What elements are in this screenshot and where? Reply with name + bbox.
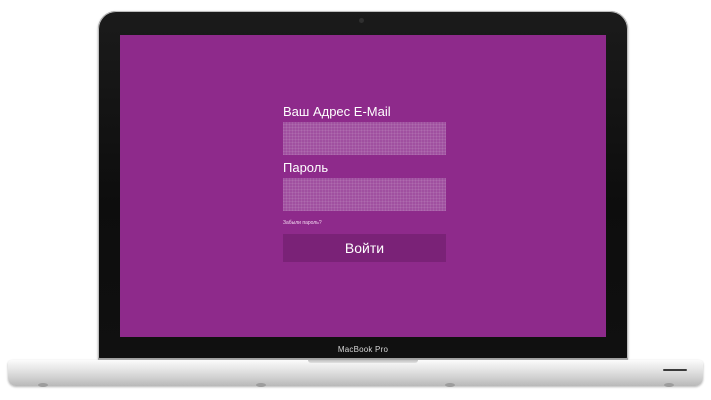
laptop-foot — [38, 383, 48, 387]
model-label: MacBook Pro — [337, 345, 389, 354]
email-field[interactable] — [283, 122, 446, 155]
lid-opening-notch — [308, 360, 418, 363]
login-screen: Ваш Адрес E-Mail Пароль Забыли пароль? В… — [120, 35, 606, 337]
password-field[interactable] — [283, 178, 446, 211]
laptop-base — [8, 360, 703, 386]
login-button[interactable]: Войти — [283, 234, 446, 262]
laptop-foot — [256, 383, 266, 387]
forgot-password-link[interactable]: Забыли пароль? — [283, 219, 322, 227]
laptop-mockup: MacBook Pro Ваш Адрес E-Mail Пароль Забы… — [0, 0, 711, 400]
password-label: Пароль — [283, 160, 329, 175]
optical-drive-slot — [663, 369, 687, 371]
login-form: Ваш Адрес E-Mail Пароль Забыли пароль? В… — [283, 104, 446, 262]
laptop-foot — [445, 383, 455, 387]
laptop-foot — [664, 383, 674, 387]
camera-icon — [359, 18, 364, 23]
email-label: Ваш Адрес E-Mail — [283, 104, 391, 119]
